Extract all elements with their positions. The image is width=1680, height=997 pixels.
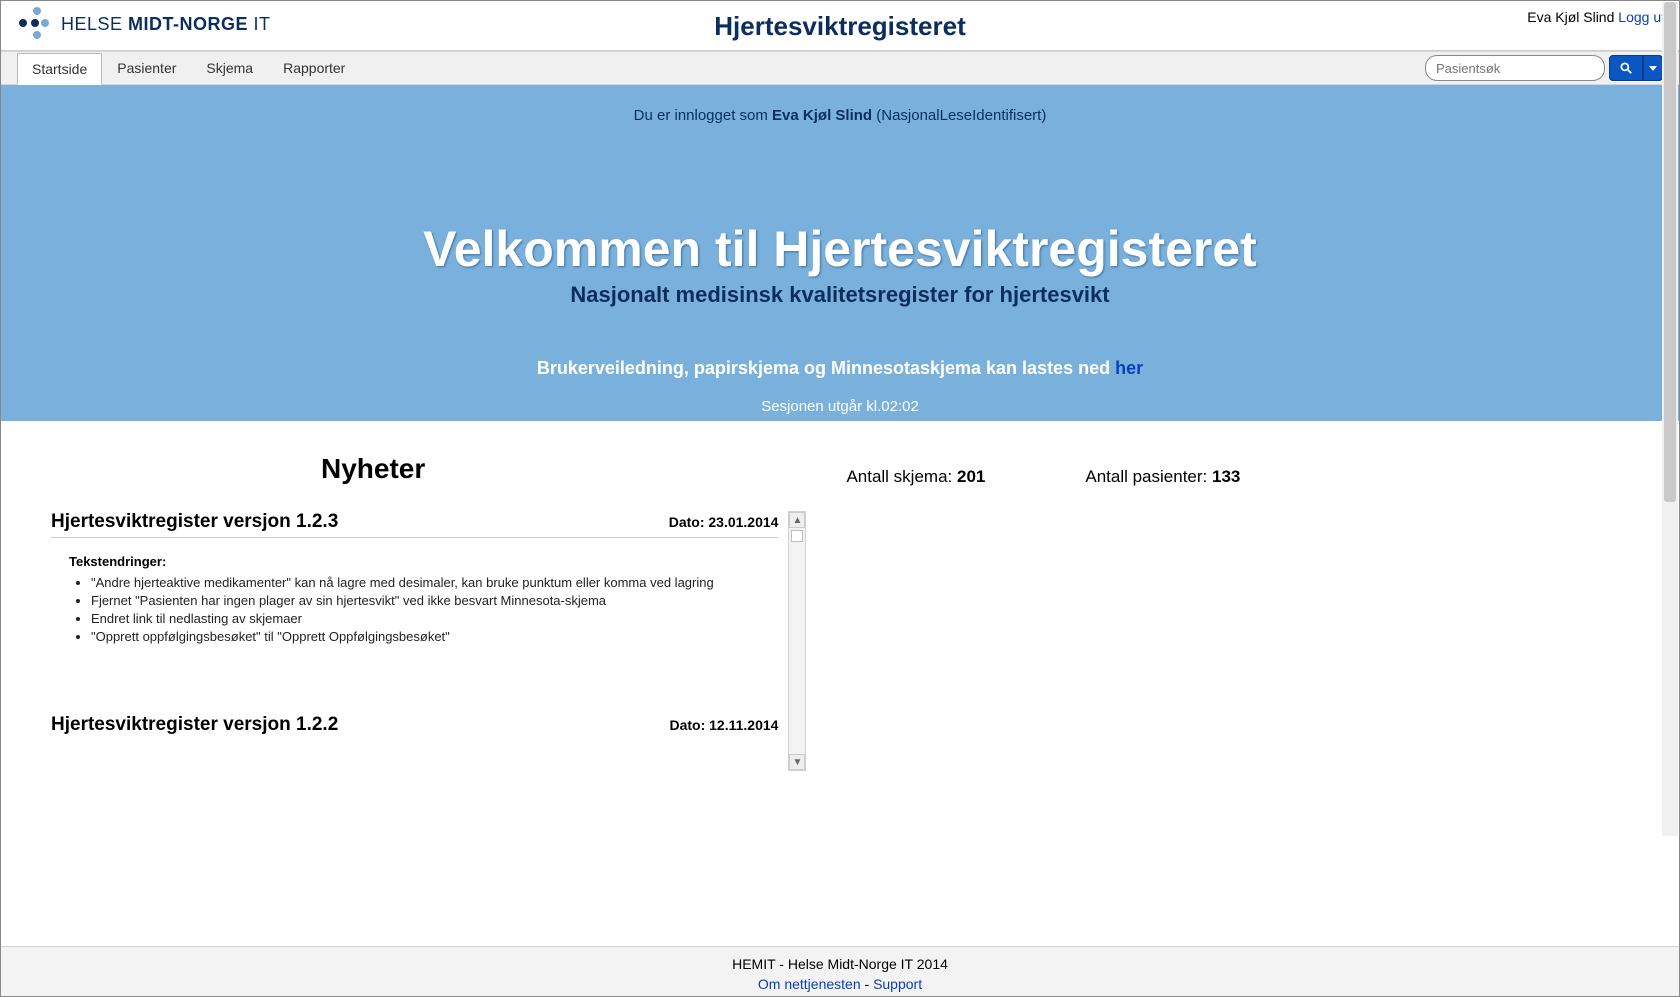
user-area: Eva Kjøl Slind Logg ut	[1527, 9, 1665, 25]
hero-download-link[interactable]: her	[1115, 358, 1143, 378]
footer-about-link[interactable]: Om nettjenesten	[758, 976, 861, 992]
news-item-head: Hjertesviktregister versjon 1.2.2 Dato: …	[51, 714, 778, 740]
footer-support-link[interactable]: Support	[873, 976, 922, 992]
news-item-date: Dato: 12.11.2014	[669, 717, 778, 733]
scroll-down-icon[interactable]: ▼	[789, 754, 805, 770]
hero-banner: Du er innlogget som Eva Kjøl Slind (Nasj…	[1, 85, 1679, 421]
tab-skjema[interactable]: Skjema	[191, 52, 268, 84]
tab-startside[interactable]: Startside	[17, 53, 102, 85]
search-wrap	[1425, 55, 1663, 81]
footer-sep: -	[861, 976, 873, 992]
window-scrollbar[interactable]	[1662, 2, 1678, 836]
chevron-down-icon	[1649, 66, 1657, 71]
news-bullet: Endret link til nedlasting av skjemaer	[91, 611, 778, 626]
news-scrollbar[interactable]: ▲ ▼	[788, 511, 806, 771]
footer: HEMIT - Helse Midt-Norge IT 2014 Om nett…	[1, 946, 1679, 996]
stat-forms: Antall skjema: 201	[846, 467, 985, 487]
tab-rapporter[interactable]: Rapporter	[268, 52, 360, 84]
hero-title: Velkommen til Hjertesviktregisteret	[1, 220, 1679, 278]
patient-search-input[interactable]	[1425, 55, 1605, 81]
brand-logo: HELSE MIDT-NORGE IT	[19, 7, 271, 41]
news-item: Hjertesviktregister versjon 1.2.3 Dato: …	[51, 511, 778, 644]
stat-forms-label: Antall skjema:	[846, 467, 957, 486]
brand-text-suffix: IT	[248, 14, 271, 34]
brand-text-prefix: HELSE	[61, 14, 128, 34]
news-item-title: Hjertesviktregister versjon 1.2.2	[51, 714, 338, 736]
news-heading: Nyheter	[321, 453, 806, 485]
hero-subtitle: Nasjonalt medisinsk kvalitetsregister fo…	[1, 282, 1679, 308]
search-dropdown-button[interactable]	[1643, 55, 1663, 81]
news-item-head: Hjertesviktregister versjon 1.2.3 Dato: …	[51, 511, 778, 538]
hero-info-text: Brukerveiledning, papirskjema og Minneso…	[537, 358, 1115, 378]
news-item-date: Dato: 23.01.2014	[669, 514, 779, 530]
footer-copyright: HEMIT - Helse Midt-Norge IT 2014	[1, 955, 1679, 975]
header: HELSE MIDT-NORGE IT Hjertesviktregistere…	[1, 1, 1679, 51]
scroll-up-icon[interactable]: ▲	[789, 512, 805, 528]
news-bullet: Fjernet "Pasienten har ingen plager av s…	[91, 593, 778, 608]
user-name: Eva Kjøl Slind	[1527, 9, 1614, 25]
brand-dots-icon	[19, 7, 53, 41]
news-scroll-area[interactable]: Hjertesviktregister versjon 1.2.3 Dato: …	[51, 511, 806, 771]
stat-patients-label: Antall pasienter:	[1085, 467, 1212, 486]
stat-forms-value: 201	[957, 467, 985, 486]
news-bullet: "Andre hjerteaktive medikamenter" kan nå…	[91, 575, 778, 590]
hero-download-line: Brukerveiledning, papirskjema og Minneso…	[1, 358, 1679, 379]
news-column: Nyheter Hjertesviktregister versjon 1.2.…	[1, 421, 806, 948]
stats-row: Antall skjema: 201 Antall pasienter: 133	[846, 467, 1639, 487]
brand-text: HELSE MIDT-NORGE IT	[61, 14, 271, 35]
search-icon	[1619, 61, 1633, 75]
stat-patients: Antall pasienter: 133	[1085, 467, 1240, 487]
session-expiry: Sesjonen utgår kl.02:02	[1, 398, 1679, 415]
navbar: Startside Pasienter Skjema Rapporter	[1, 51, 1679, 85]
tab-pasienter[interactable]: Pasienter	[102, 52, 191, 84]
logout-link[interactable]: Logg ut	[1618, 9, 1665, 25]
footer-links: Om nettjenesten - Support	[1, 975, 1679, 995]
scrollbar-thumb[interactable]	[791, 530, 803, 542]
login-user: Eva Kjøl Slind	[772, 107, 872, 124]
window-scrollbar-thumb[interactable]	[1664, 2, 1676, 502]
login-info: Du er innlogget som Eva Kjøl Slind (Nasj…	[1, 85, 1679, 124]
search-button[interactable]	[1609, 55, 1643, 81]
news-item-title: Hjertesviktregister versjon 1.2.3	[51, 511, 338, 533]
login-role: (NasjonalLeseIdentifisert)	[872, 107, 1046, 124]
search-button-group	[1609, 55, 1663, 81]
content: Nyheter Hjertesviktregister versjon 1.2.…	[1, 421, 1679, 948]
news-item-section: Tekstendringer:	[69, 554, 778, 569]
stat-patients-value: 133	[1212, 467, 1240, 486]
stats-column: Antall skjema: 201 Antall pasienter: 133	[806, 421, 1679, 948]
login-prefix: Du er innlogget som	[634, 107, 772, 124]
news-item: Hjertesviktregister versjon 1.2.2 Dato: …	[51, 714, 778, 740]
news-bullet: "Opprett oppfølgingsbesøket" til "Oppret…	[91, 629, 778, 644]
nav-tabs: Startside Pasienter Skjema Rapporter	[17, 52, 360, 84]
brand-text-bold: MIDT-NORGE	[128, 14, 248, 34]
news-item-list: "Andre hjerteaktive medikamenter" kan nå…	[73, 575, 778, 644]
